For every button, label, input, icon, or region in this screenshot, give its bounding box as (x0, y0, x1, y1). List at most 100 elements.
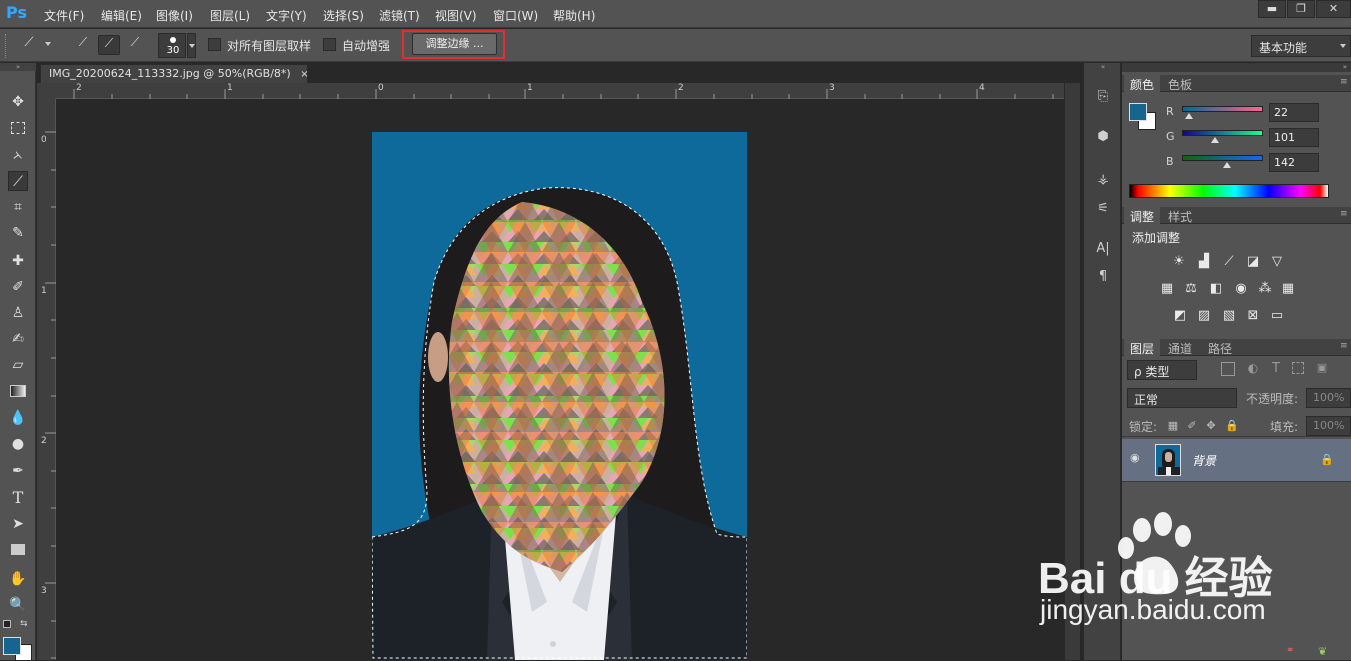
layer-row[interactable]: ◉ 背景 🔒 (1122, 439, 1351, 481)
levels-icon[interactable]: ▟ (1195, 254, 1213, 270)
menu-image[interactable]: 图像(I) (156, 7, 193, 24)
vibrance-icon[interactable]: ▽ (1268, 254, 1286, 270)
selective-color-icon[interactable]: ⊠ (1244, 308, 1262, 324)
rectangle-tool-icon[interactable] (8, 540, 28, 560)
menu-filter[interactable]: 滤镜(T) (379, 7, 420, 24)
tab-styles[interactable]: 样式 (1162, 207, 1198, 224)
brush-tool-icon[interactable]: ✐ (8, 277, 28, 297)
brush-presets-icon[interactable]: ⚟ (1093, 199, 1113, 219)
eyedropper-tool-icon[interactable]: ✎ (8, 223, 28, 243)
b-slider-handle[interactable] (1223, 162, 1231, 168)
tab-adjustments[interactable]: 调整 (1124, 207, 1161, 224)
brush-size-picker[interactable]: 30 (158, 33, 186, 58)
new-selection-brush-icon[interactable]: ⟋ (72, 35, 94, 55)
hand-tool-icon[interactable]: ✋ (8, 569, 28, 589)
blend-mode-select[interactable]: 正常 (1127, 388, 1237, 408)
invert-icon[interactable]: ◩ (1171, 308, 1189, 324)
g-slider[interactable] (1182, 130, 1263, 136)
lasso-tool-icon[interactable]: ᨂ (8, 145, 28, 165)
filter-smart-object-icon[interactable]: ▣ (1315, 361, 1329, 375)
menu-select[interactable]: 选择(S) (323, 7, 364, 24)
filter-type-icon[interactable]: T (1269, 361, 1283, 376)
3d-panel-icon[interactable]: ⬢ (1093, 127, 1113, 147)
menu-type[interactable]: 文字(Y) (266, 7, 307, 24)
gradient-map-icon[interactable]: ▭ (1268, 308, 1286, 324)
lock-image-icon[interactable]: ✐ (1186, 420, 1198, 432)
tab-layers[interactable]: 图层 (1124, 339, 1161, 356)
color-lookup-icon[interactable]: ▦ (1279, 281, 1297, 297)
curves-icon[interactable]: ⟋ (1220, 254, 1238, 270)
g-slider-handle[interactable] (1211, 137, 1219, 143)
type-tool-icon[interactable]: T (8, 488, 28, 508)
hue-saturation-icon[interactable]: ▦ (1158, 281, 1176, 297)
color-ramp[interactable] (1129, 184, 1329, 198)
collapse-arrows-icon[interactable]: » (0, 63, 36, 71)
layer-filter-select[interactable]: ρ 类型 (1127, 360, 1197, 380)
clone-stamp-tool-icon[interactable]: ♙ (8, 303, 28, 323)
menu-view[interactable]: 视图(V) (435, 7, 477, 24)
brightness-contrast-icon[interactable]: ☀ (1170, 254, 1188, 270)
panel-menu-icon[interactable]: ≡ (1340, 77, 1348, 87)
add-to-selection-brush-icon[interactable]: ⟋ (98, 35, 120, 55)
paragraph-panel-icon[interactable]: ¶ (1093, 267, 1113, 287)
foreground-color-swatch[interactable] (1129, 103, 1147, 121)
quick-selection-tool-icon[interactable]: ⟋ (8, 171, 28, 191)
healing-brush-tool-icon[interactable]: ✚ (8, 251, 28, 271)
threshold-icon[interactable]: ▧ (1220, 308, 1238, 324)
filter-adjustment-icon[interactable]: ◐ (1246, 361, 1260, 375)
eye-icon[interactable]: ◉ (1130, 452, 1144, 463)
exposure-icon[interactable]: ◪ (1244, 254, 1262, 270)
canvas-image[interactable] (372, 132, 747, 660)
lock-position-icon[interactable]: ✥ (1205, 420, 1217, 432)
move-tool-icon[interactable]: ✥ (8, 92, 28, 112)
black-white-icon[interactable]: ◧ (1207, 281, 1225, 297)
panel-menu-icon[interactable]: ≡ (1340, 341, 1348, 351)
lock-all-icon[interactable]: 🔒 (1225, 420, 1239, 432)
marquee-tool-icon[interactable] (8, 118, 28, 138)
color-balance-icon[interactable]: ⚖ (1182, 281, 1200, 297)
tab-paths[interactable]: 路径 (1202, 339, 1238, 356)
lock-transparent-icon[interactable]: ▦ (1167, 420, 1179, 432)
menu-help[interactable]: 帮助(H) (553, 7, 595, 24)
chevron-down-icon[interactable] (45, 42, 51, 46)
collapse-arrows-icon[interactable]: « (1084, 63, 1122, 71)
r-value-input[interactable]: 22 (1269, 103, 1319, 122)
filter-shape-icon[interactable] (1292, 362, 1304, 374)
b-value-input[interactable]: 142 (1269, 153, 1319, 172)
swap-colors-icon[interactable]: ⇆ (20, 619, 28, 629)
panel-menu-icon[interactable]: ≡ (1340, 209, 1348, 219)
zoom-tool-icon[interactable]: 🔍 (8, 595, 28, 615)
default-colors-icon[interactable] (3, 620, 11, 628)
sample-all-layers-checkbox[interactable] (208, 38, 221, 51)
r-slider-handle[interactable] (1185, 113, 1193, 119)
vertical-ruler[interactable]: 0 1 2 3 (37, 99, 56, 660)
history-brush-tool-icon[interactable]: ✍ (8, 329, 28, 349)
close-tab-icon[interactable]: × (300, 69, 308, 80)
channel-mixer-icon[interactable]: ⁂ (1256, 281, 1274, 297)
menu-edit[interactable]: 编辑(E) (101, 7, 142, 24)
menu-layer[interactable]: 图层(L) (210, 7, 250, 24)
brush-size-dropdown[interactable] (187, 33, 196, 58)
photo-filter-icon[interactable]: ◉ (1232, 281, 1250, 297)
b-slider[interactable] (1182, 155, 1263, 161)
posterize-icon[interactable]: ▨ (1195, 308, 1213, 324)
tab-color[interactable]: 颜色 (1124, 75, 1161, 92)
minimize-button[interactable]: ▬ (1258, 0, 1286, 18)
blur-tool-icon[interactable]: 💧 (8, 408, 28, 428)
pen-tool-icon[interactable]: ✒ (8, 461, 28, 481)
tab-swatches[interactable]: 色板 (1162, 75, 1198, 92)
workspace-select[interactable]: 基本功能 (1251, 35, 1351, 57)
path-selection-tool-icon[interactable]: ➤ (8, 514, 28, 534)
subtract-selection-brush-icon[interactable]: ⟋ (124, 35, 146, 55)
menu-window[interactable]: 窗口(W) (493, 7, 538, 24)
character-panel-icon[interactable]: A| (1093, 239, 1113, 259)
tool-preset-icon[interactable]: ⟋ (18, 35, 40, 55)
history-panel-icon[interactable]: ⎘ (1093, 87, 1113, 107)
r-slider[interactable] (1182, 106, 1263, 112)
options-grip[interactable] (5, 34, 8, 58)
crop-tool-icon[interactable]: ⌗ (8, 197, 28, 217)
auto-enhance-checkbox[interactable] (323, 38, 336, 51)
filter-pixel-icon[interactable] (1221, 362, 1235, 376)
collapse-arrows-icon[interactable]: » (1122, 63, 1351, 72)
brush-panel-icon[interactable]: ⚶ (1093, 170, 1113, 190)
